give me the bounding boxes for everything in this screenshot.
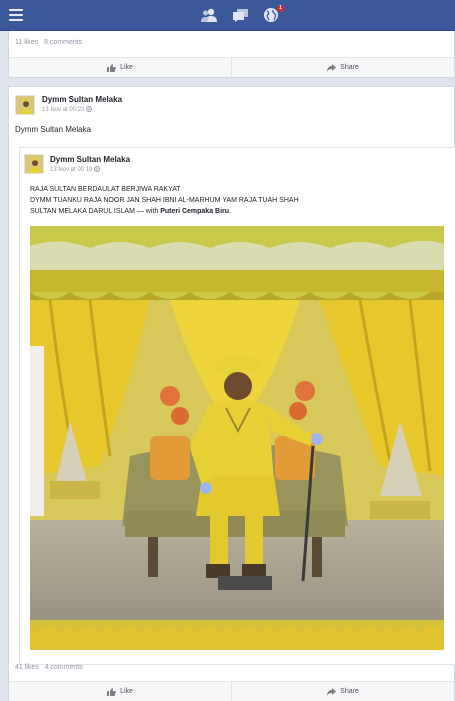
share-button[interactable]: Share: [231, 58, 454, 77]
globe-notifications-icon[interactable]: 1: [263, 5, 284, 23]
post-timestamp[interactable]: 13 Nov at 00:23: [42, 106, 93, 113]
share-label: Share: [340, 64, 359, 71]
like-label: Like: [120, 688, 133, 695]
author-avatar[interactable]: [15, 95, 35, 115]
post-action-bar: Like Share: [9, 681, 454, 701]
shared-line-3: SULTAN MELAKA DARUL ISLAM — with Puteri …: [30, 206, 299, 217]
shared-line-1: RAJA SULTAN BERDAULAT BERJIWA RAKYAT: [30, 186, 181, 193]
top-navigation-bar: 1: [0, 0, 455, 31]
like-label: Like: [120, 64, 133, 71]
thumbs-up-icon: [107, 63, 116, 72]
likes-count[interactable]: 41 likes: [15, 664, 39, 671]
thumbs-up-icon: [107, 687, 116, 696]
messages-icon[interactable]: [232, 7, 250, 23]
line-3-prefix: SULTAN MELAKA DARUL ISLAM — with: [30, 208, 161, 215]
share-label: Share: [340, 688, 359, 695]
shared-post-text: RAJA SULTAN BERDAULAT BERJIWA RAKYAT DYM…: [30, 184, 299, 217]
menu-icon[interactable]: [9, 9, 23, 21]
notification-badge: 1: [277, 5, 284, 12]
shared-author-name[interactable]: Dymm Sultan Melaka: [50, 155, 130, 164]
post-photo[interactable]: [30, 226, 444, 650]
tagged-person[interactable]: Puteri Cempaka Biru: [160, 208, 229, 215]
friends-icon[interactable]: [200, 7, 218, 23]
likes-count[interactable]: 11 likes: [15, 39, 38, 46]
post-text: Dymm Sultan Melaka: [15, 125, 92, 134]
post-card: Dymm Sultan Melaka 13 Nov at 00:23 Dymm …: [8, 86, 455, 701]
shared-post[interactable]: Dymm Sultan Melaka 13 Nov at 00:19 RAJA …: [19, 147, 455, 665]
share-arrow-icon: [327, 63, 337, 72]
previous-post-stats[interactable]: 11 likes 8 comments: [15, 39, 82, 46]
shared-author-avatar[interactable]: [24, 154, 44, 174]
shared-post-timestamp[interactable]: 13 Nov at 00:19: [50, 166, 101, 173]
timestamp-text: 13 Nov at 00:23: [42, 107, 85, 113]
comments-count[interactable]: 8 comments: [44, 39, 82, 46]
shared-timestamp-text: 13 Nov at 00:19: [50, 167, 93, 173]
previous-post-action-bar: Like Share: [9, 57, 454, 77]
globe-privacy-icon: [94, 166, 101, 172]
share-arrow-icon: [327, 687, 337, 696]
shared-line-2: DYMM TUANKU RAJA NOOR JAN SHAH IBNI AL-M…: [30, 197, 299, 204]
globe-privacy-icon: [86, 106, 93, 112]
like-button[interactable]: Like: [9, 682, 231, 701]
share-button[interactable]: Share: [231, 682, 454, 701]
comments-count[interactable]: 4 comments: [45, 664, 83, 671]
like-button[interactable]: Like: [9, 58, 231, 77]
post-stats[interactable]: 41 likes 4 comments: [15, 664, 83, 671]
author-name[interactable]: Dymm Sultan Melaka: [42, 95, 122, 104]
line-3-suffix: .: [229, 208, 231, 215]
previous-post-card: 11 likes 8 comments Like Share: [8, 31, 455, 78]
